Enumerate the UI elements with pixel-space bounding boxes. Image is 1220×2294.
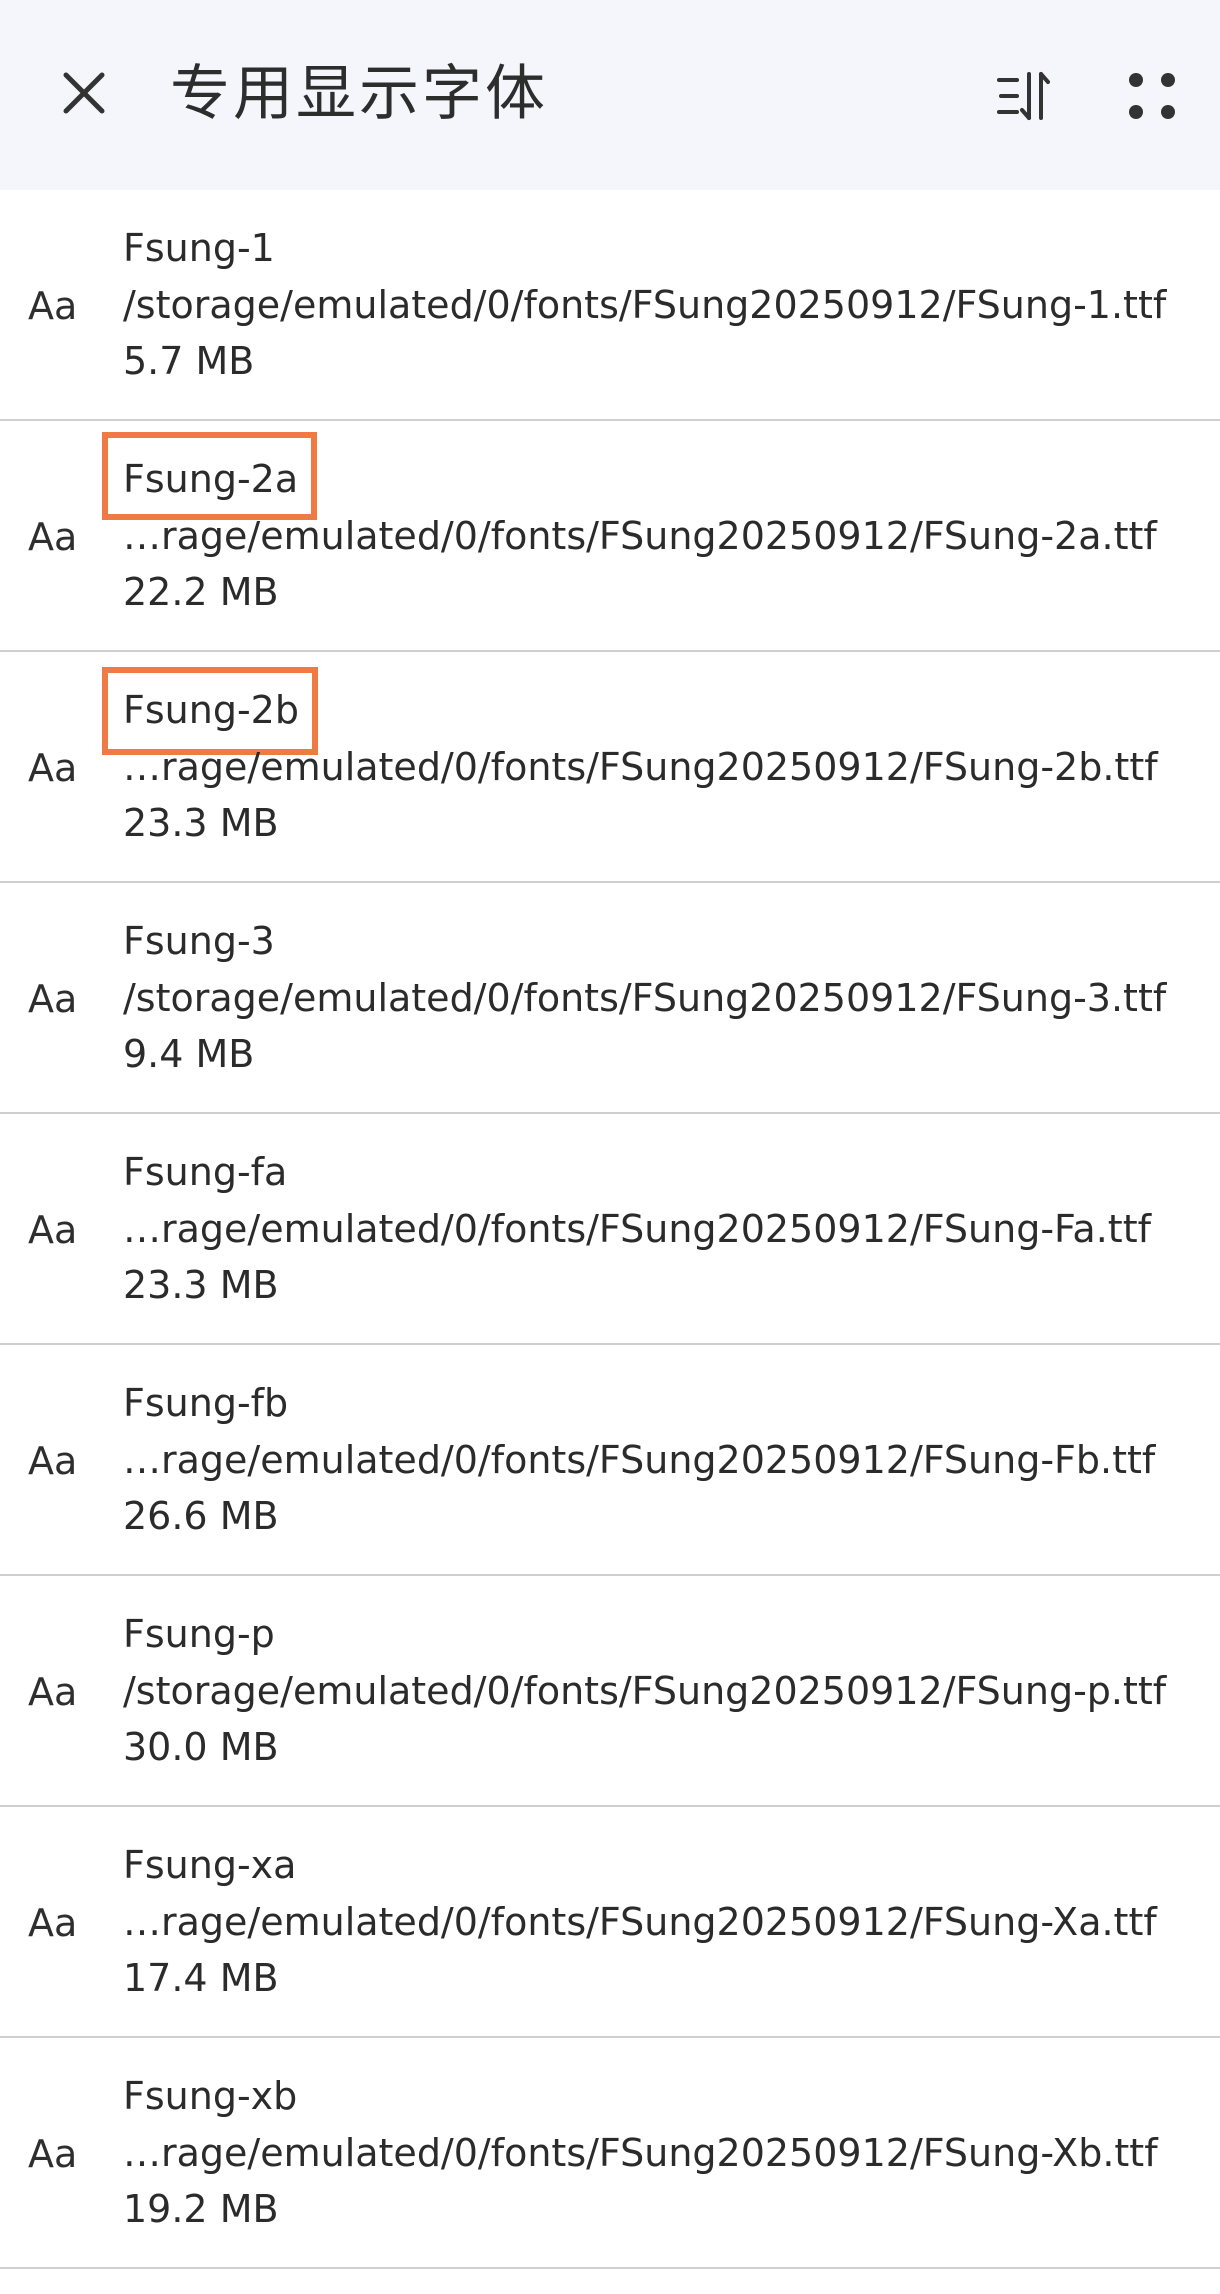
font-path: …rage/emulated/0/fonts/FSung20250912/FSu… <box>123 2131 1158 2175</box>
font-preview-label: Aa <box>28 977 78 1021</box>
font-list-item[interactable]: Aa Fsung-fa …rage/emulated/0/fonts/FSung… <box>0 1114 1220 1345</box>
font-size: 23.3 MB <box>123 1263 279 1307</box>
font-size: 9.4 MB <box>123 1032 255 1076</box>
font-list: Aa Fsung-1 /storage/emulated/0/fonts/FSu… <box>0 190 1220 2269</box>
top-app-bar: 专用显示字体 <box>0 0 1220 190</box>
font-list-item[interactable]: Aa Fsung-3 /storage/emulated/0/fonts/FSu… <box>0 883 1220 1114</box>
font-size: 30.0 MB <box>123 1725 279 1769</box>
font-name: Fsung-1 <box>123 226 275 270</box>
font-list-item[interactable]: Aa Fsung-xb …rage/emulated/0/fonts/FSung… <box>0 2038 1220 2269</box>
font-preview-label: Aa <box>28 1670 78 1714</box>
font-size: 26.6 MB <box>123 1494 279 1538</box>
font-preview-label: Aa <box>28 1208 78 1252</box>
font-list-item[interactable]: Aa Fsung-1 /storage/emulated/0/fonts/FSu… <box>0 190 1220 421</box>
font-list-item[interactable]: Aa Fsung-xa …rage/emulated/0/fonts/FSung… <box>0 1807 1220 2038</box>
font-path: …rage/emulated/0/fonts/FSung20250912/FSu… <box>123 745 1158 789</box>
font-preview-label: Aa <box>28 2132 78 2176</box>
font-size: 22.2 MB <box>123 570 279 614</box>
font-list-item[interactable]: Aa Fsung-fb …rage/emulated/0/fonts/FSung… <box>0 1345 1220 1576</box>
font-name: Fsung-p <box>123 1612 275 1656</box>
font-preview-label: Aa <box>28 1439 78 1483</box>
font-list-item[interactable]: Aa Fsung-p /storage/emulated/0/fonts/FSu… <box>0 1576 1220 1807</box>
font-size: 19.2 MB <box>123 2187 279 2231</box>
close-icon <box>63 72 105 114</box>
font-name: Fsung-fb <box>123 1381 289 1425</box>
font-size: 17.4 MB <box>123 1956 279 2000</box>
font-path: …rage/emulated/0/fonts/FSung20250912/FSu… <box>123 1207 1151 1251</box>
font-size: 5.7 MB <box>123 339 255 383</box>
more-dots-icon <box>1129 73 1175 119</box>
font-preview-label: Aa <box>28 284 78 328</box>
font-path: /storage/emulated/0/fonts/FSung20250912/… <box>123 1669 1167 1713</box>
font-name: Fsung-2b <box>123 688 299 732</box>
font-path: …rage/emulated/0/fonts/FSung20250912/FSu… <box>123 514 1157 558</box>
close-button[interactable] <box>44 53 124 133</box>
font-name: Fsung-xa <box>123 1843 297 1887</box>
font-list-item[interactable]: Aa Fsung-2b …rage/emulated/0/fonts/FSung… <box>0 652 1220 883</box>
sort-button[interactable] <box>985 56 1065 136</box>
font-path: …rage/emulated/0/fonts/FSung20250912/FSu… <box>123 1900 1157 1944</box>
font-path: /storage/emulated/0/fonts/FSung20250912/… <box>123 976 1167 1020</box>
page-title: 专用显示字体 <box>170 59 548 129</box>
font-path: /storage/emulated/0/fonts/FSung20250912/… <box>123 283 1167 327</box>
font-name: Fsung-xb <box>123 2074 298 2118</box>
font-manager-screen: 专用显示字体 Aa Fsung-1 /storage/emulated/0/fo… <box>0 0 1220 2294</box>
font-name: Fsung-2a <box>123 457 299 501</box>
font-list-item[interactable]: Aa Fsung-2a …rage/emulated/0/fonts/FSung… <box>0 421 1220 652</box>
more-options-button[interactable] <box>1112 56 1192 136</box>
font-preview-label: Aa <box>28 515 78 559</box>
font-preview-label: Aa <box>28 746 78 790</box>
font-preview-label: Aa <box>28 1901 78 1945</box>
font-size: 23.3 MB <box>123 801 279 845</box>
font-path: …rage/emulated/0/fonts/FSung20250912/FSu… <box>123 1438 1156 1482</box>
font-name: Fsung-3 <box>123 919 275 963</box>
font-name: Fsung-fa <box>123 1150 288 1194</box>
sort-icon <box>997 72 1050 120</box>
